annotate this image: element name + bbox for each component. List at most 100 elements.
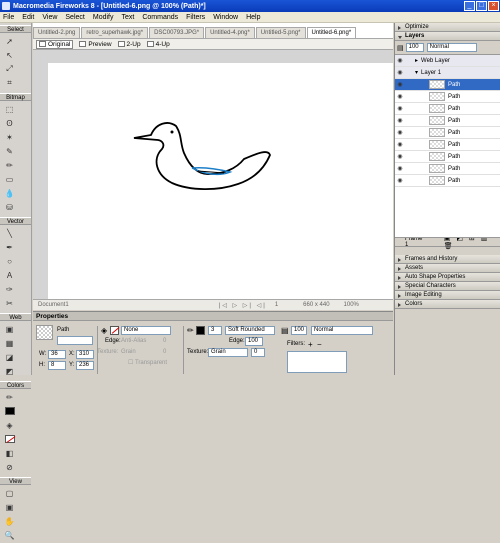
layer-1-row[interactable]: ◉ ▾ Layer 1: [395, 67, 500, 79]
eye-icon[interactable]: ◉: [395, 69, 405, 76]
frames-history-header[interactable]: Frames and History: [395, 255, 500, 264]
original-view-button[interactable]: Original: [36, 39, 74, 49]
path-row[interactable]: ◉ Path: [395, 151, 500, 163]
blend-mode-select[interactable]: Normal: [311, 326, 373, 335]
layer-blend-select[interactable]: Normal: [426, 43, 477, 52]
texture-amount[interactable]: 0: [163, 348, 166, 357]
path-row[interactable]: ◉ Path: [395, 139, 500, 151]
menu-select[interactable]: Select: [65, 14, 84, 21]
full-screen-icon[interactable]: ▣: [3, 501, 16, 513]
eye-icon[interactable]: ◉: [395, 153, 405, 160]
preview-button[interactable]: Preview: [79, 41, 112, 48]
eraser-tool-icon[interactable]: ▭: [3, 173, 16, 185]
menu-view[interactable]: View: [42, 14, 57, 21]
two-up-button[interactable]: 2-Up: [117, 41, 141, 48]
line-tool-icon[interactable]: ╲: [3, 227, 16, 239]
pen-tool-icon[interactable]: ✒: [3, 241, 16, 253]
tab-retro-superhawk[interactable]: retro_superhawk.jpg*: [81, 27, 149, 38]
menu-edit[interactable]: Edit: [22, 14, 34, 21]
stroke-swatch[interactable]: [3, 405, 16, 417]
filters-list[interactable]: [287, 351, 347, 373]
hotspot-tool-icon[interactable]: ▣: [3, 323, 16, 335]
fill-color-icon[interactable]: ◈: [3, 419, 16, 431]
minimize-button[interactable]: _: [464, 1, 475, 11]
optimize-panel-header[interactable]: Optimize: [395, 23, 500, 32]
default-colors-icon[interactable]: ◧: [3, 447, 16, 459]
standard-screen-icon[interactable]: ▢: [3, 487, 16, 499]
pointer-tool-icon[interactable]: ➚: [3, 35, 16, 47]
stroke-type-select[interactable]: Soft Rounded: [225, 326, 275, 335]
subselect-tool-icon[interactable]: ↖: [3, 49, 16, 61]
menu-modify[interactable]: Modify: [93, 14, 114, 21]
tab-untitled-6[interactable]: Untitled-6.png*: [306, 27, 357, 38]
opacity-field[interactable]: 100: [291, 326, 307, 335]
four-up-button[interactable]: 4-Up: [146, 41, 170, 48]
menu-filters[interactable]: Filters: [186, 14, 205, 21]
assets-header[interactable]: Assets: [395, 264, 500, 273]
eye-icon[interactable]: ◉: [395, 141, 405, 148]
no-stroke-icon[interactable]: ⊘: [3, 461, 16, 473]
path-row[interactable]: ◉ Path: [395, 79, 500, 91]
layers-panel-header[interactable]: Layers: [395, 32, 500, 41]
menu-help[interactable]: Help: [246, 14, 260, 21]
close-button[interactable]: ×: [488, 1, 499, 11]
fill-bucket-icon[interactable]: ◈: [101, 326, 107, 335]
maximize-button[interactable]: □: [476, 1, 487, 11]
remove-filter-icon[interactable]: −: [317, 340, 322, 349]
layer-opacity-field[interactable]: 100: [405, 43, 424, 52]
object-name-field[interactable]: [57, 336, 93, 345]
path-row[interactable]: ◉ Path: [395, 163, 500, 175]
menu-commands[interactable]: Commands: [142, 14, 178, 21]
eye-icon[interactable]: ◉: [395, 81, 405, 88]
auto-shape-properties-header[interactable]: Auto Shape Properties: [395, 273, 500, 282]
pencil-tool-icon[interactable]: ✏: [3, 159, 16, 171]
edge-amount[interactable]: 0: [163, 337, 166, 346]
tab-untitled-2[interactable]: Untitled-2.png: [33, 27, 81, 38]
duck-drawing[interactable]: [48, 63, 393, 299]
y-field[interactable]: 236: [76, 361, 94, 370]
zoom-level[interactable]: 100%: [344, 302, 359, 308]
stroke-texture-amount[interactable]: 0: [251, 348, 265, 357]
text-tool-icon[interactable]: A: [3, 269, 16, 281]
slice-tool-icon[interactable]: ▦: [3, 337, 16, 349]
menu-text[interactable]: Text: [121, 14, 134, 21]
stroke-pencil-icon[interactable]: ✏: [187, 326, 194, 335]
lasso-tool-icon[interactable]: ʘ: [3, 117, 16, 129]
fill-type-select[interactable]: None: [121, 326, 171, 335]
path-row[interactable]: ◉ Path: [395, 115, 500, 127]
freeform-tool-icon[interactable]: ✑: [3, 283, 16, 295]
hide-slices-icon[interactable]: ◪: [3, 351, 16, 363]
eye-icon[interactable]: ◉: [395, 177, 405, 184]
colors-panel-header[interactable]: Colors: [395, 300, 500, 309]
tab-untitled-4[interactable]: Untitled-4.png*: [205, 27, 255, 38]
duck-path[interactable]: [133, 122, 271, 190]
transparent-checkbox[interactable]: ☐ Transparent: [128, 359, 167, 368]
fill-color-swatch[interactable]: [110, 326, 120, 335]
x-field[interactable]: 310: [76, 350, 94, 359]
stroke-color-swatch[interactable]: [196, 326, 205, 335]
eye-icon[interactable]: ◉: [395, 105, 405, 112]
marquee-tool-icon[interactable]: ⬚: [3, 103, 16, 115]
texture-select[interactable]: Grain: [121, 348, 136, 357]
special-characters-header[interactable]: Special Characters: [395, 282, 500, 291]
add-filter-icon[interactable]: +: [308, 340, 313, 349]
width-field[interactable]: 36: [48, 350, 66, 359]
menu-file[interactable]: File: [3, 14, 14, 21]
stroke-size-field[interactable]: 3: [208, 326, 222, 335]
eye-icon[interactable]: ◉: [395, 165, 405, 172]
blur-tool-icon[interactable]: 💧: [3, 187, 16, 199]
magic-wand-icon[interactable]: ✶: [3, 131, 16, 143]
canvas[interactable]: [48, 63, 393, 299]
path-row[interactable]: ◉ Path: [395, 103, 500, 115]
scale-tool-icon[interactable]: ⤢: [3, 63, 16, 75]
height-field[interactable]: 8: [48, 361, 66, 370]
path-row[interactable]: ◉ Path: [395, 127, 500, 139]
menu-window[interactable]: Window: [213, 14, 238, 21]
path-row[interactable]: ◉ Path: [395, 91, 500, 103]
tab-untitled-5[interactable]: Untitled-5.png*: [255, 27, 306, 38]
eye-icon[interactable]: ◉: [395, 129, 405, 136]
stroke-edge-field[interactable]: 100: [245, 337, 263, 346]
knife-tool-icon[interactable]: ✂: [3, 297, 16, 309]
eye-icon[interactable]: ◉: [395, 117, 405, 124]
rubber-stamp-icon[interactable]: ⛁: [3, 201, 16, 213]
